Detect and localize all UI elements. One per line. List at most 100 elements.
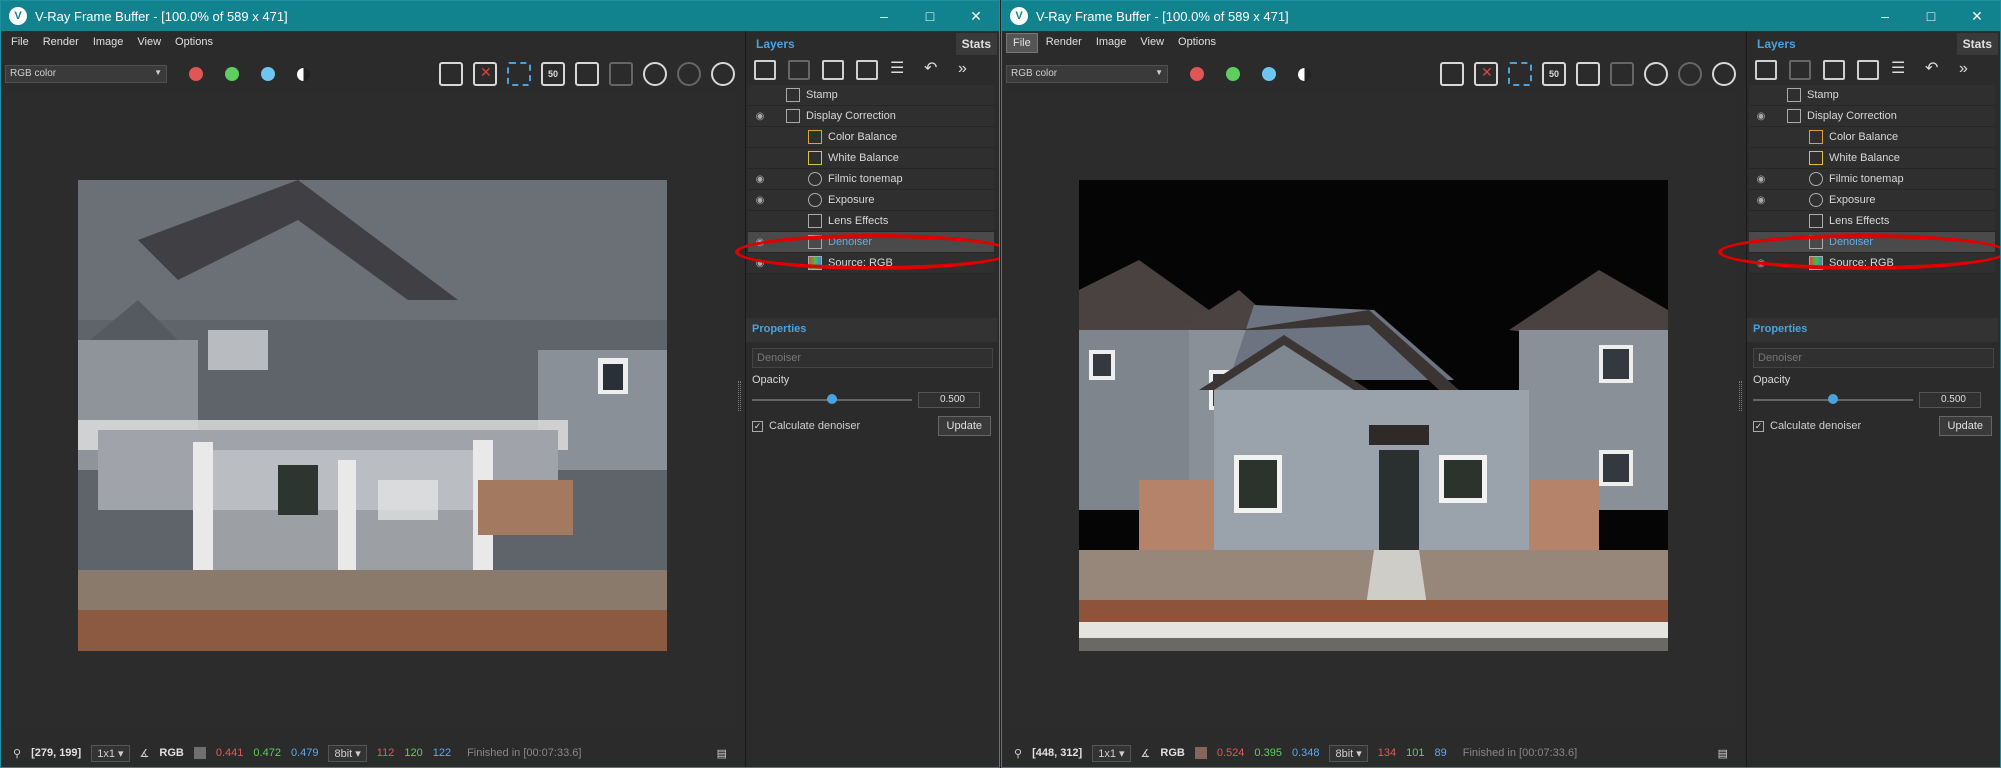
layer-color-balance[interactable]: Color Balance <box>748 127 994 148</box>
minimize-button[interactable]: – <box>1862 1 1908 31</box>
menu-image[interactable]: Image <box>87 33 130 53</box>
lock-icon[interactable]: ⚲ <box>13 747 21 760</box>
eye-icon[interactable]: ◉ <box>1749 111 1773 122</box>
menu-file[interactable]: File <box>1006 33 1038 53</box>
opacity-spinner[interactable]: 0.500 <box>918 392 980 408</box>
delete-layer-icon[interactable] <box>788 60 810 80</box>
save-icon[interactable] <box>439 62 463 86</box>
save-layers-icon[interactable] <box>1823 60 1845 80</box>
opacity-spinner[interactable]: 0.500 <box>1919 392 1981 408</box>
layer-lens-effects[interactable]: Lens Effects <box>748 211 994 232</box>
menu-image[interactable]: Image <box>1090 33 1133 53</box>
opacity-slider-thumb[interactable] <box>827 394 837 404</box>
layer-filmic-tonemap[interactable]: ◉ Filmic tonemap <box>748 169 994 190</box>
blue-channel-button[interactable] <box>1262 67 1276 81</box>
bitdepth-select[interactable]: 8bit ▾ <box>328 744 367 762</box>
layer-white-balance[interactable]: White Balance <box>1749 148 1995 169</box>
maximize-button[interactable]: □ <box>907 1 953 31</box>
green-channel-button[interactable] <box>225 67 239 81</box>
update-button[interactable]: Update <box>937 416 991 436</box>
render-teapot-icon[interactable] <box>1644 62 1668 86</box>
delete-layer-icon[interactable] <box>1789 60 1811 80</box>
menu-render[interactable]: Render <box>1040 33 1088 53</box>
update-button[interactable]: Update <box>1938 416 1992 436</box>
layer-name-field[interactable]: Denoiser <box>752 348 993 368</box>
channel-select[interactable]: RGB color ▼ <box>5 65 167 83</box>
opacity-slider[interactable] <box>1753 394 1913 404</box>
layer-color-balance[interactable]: Color Balance <box>1749 127 1995 148</box>
interactive-render-icon[interactable] <box>711 62 735 86</box>
channel-select[interactable]: RGB color ▼ <box>1006 65 1168 83</box>
save-layers-icon[interactable] <box>822 60 844 80</box>
clear-image-icon[interactable] <box>1474 62 1498 86</box>
list-icon[interactable]: ☰ <box>1891 60 1913 80</box>
maximize-button[interactable]: □ <box>1908 1 1954 31</box>
tab-stats[interactable]: Stats <box>955 33 997 55</box>
compare-50-icon[interactable]: 50 <box>1542 62 1566 86</box>
render-teapot-icon[interactable] <box>643 62 667 86</box>
layer-stamp[interactable]: Stamp <box>748 85 994 106</box>
layer-lens-effects[interactable]: Lens Effects <box>1749 211 1995 232</box>
eye-icon[interactable]: ◉ <box>1749 195 1773 206</box>
render-viewport[interactable] <box>5 93 735 729</box>
calculate-denoiser-checkbox[interactable]: ✓ <box>752 420 763 432</box>
red-channel-button[interactable] <box>1190 67 1204 81</box>
menu-view[interactable]: View <box>1134 33 1170 53</box>
panel-splitter[interactable] <box>1739 381 1742 411</box>
add-layer-icon[interactable] <box>754 60 776 80</box>
sampling-select[interactable]: 1x1 ▾ <box>1092 744 1131 762</box>
close-button[interactable]: ✕ <box>1954 1 2000 31</box>
minimize-button[interactable]: – <box>861 1 907 31</box>
eye-icon[interactable]: ◉ <box>748 111 772 122</box>
layer-filmic-tonemap[interactable]: ◉ Filmic tonemap <box>1749 169 1995 190</box>
close-button[interactable]: ✕ <box>953 1 999 31</box>
undo-icon[interactable]: ↶ <box>1925 60 1947 80</box>
eye-icon[interactable]: ◉ <box>748 174 772 185</box>
list-icon[interactable]: ☰ <box>890 60 912 80</box>
alpha-channel-button[interactable] <box>1298 67 1311 81</box>
stop-render-icon[interactable] <box>1678 62 1702 86</box>
log-icon[interactable]: ▤ <box>1718 747 1728 760</box>
calculate-denoiser-checkbox[interactable]: ✓ <box>1753 420 1764 432</box>
layer-exposure[interactable]: ◉ Exposure <box>1749 190 1995 211</box>
alpha-channel-button[interactable] <box>297 67 310 81</box>
undo-icon[interactable]: ↶ <box>924 60 946 80</box>
layer-display-correction[interactable]: ◉ Display Correction <box>748 106 994 127</box>
load-layers-icon[interactable] <box>1857 60 1879 80</box>
region-render-icon[interactable] <box>575 62 599 86</box>
eye-icon[interactable]: ◉ <box>748 195 772 206</box>
clear-image-icon[interactable] <box>473 62 497 86</box>
log-icon[interactable]: ▤ <box>717 747 727 760</box>
layer-name-field[interactable]: Denoiser <box>1753 348 1994 368</box>
layer-exposure[interactable]: ◉ Exposure <box>748 190 994 211</box>
tab-layers[interactable]: Layers <box>750 33 956 55</box>
load-layers-icon[interactable] <box>856 60 878 80</box>
expand-icon[interactable]: » <box>1959 60 1981 80</box>
layer-stamp[interactable]: Stamp <box>1749 85 1995 106</box>
interactive-render-icon[interactable] <box>1712 62 1736 86</box>
opacity-slider[interactable] <box>752 394 912 404</box>
add-layer-icon[interactable] <box>1755 60 1777 80</box>
red-channel-button[interactable] <box>189 67 203 81</box>
lock-icon[interactable]: ⚲ <box>1014 747 1022 760</box>
green-channel-button[interactable] <box>1226 67 1240 81</box>
render-viewport[interactable] <box>1006 93 1736 729</box>
sampling-select[interactable]: 1x1 ▾ <box>91 744 130 762</box>
region-select-icon[interactable] <box>1508 62 1532 86</box>
layer-display-correction[interactable]: ◉ Display Correction <box>1749 106 1995 127</box>
opacity-slider-thumb[interactable] <box>1828 394 1838 404</box>
expand-icon[interactable]: » <box>958 60 980 80</box>
menu-options[interactable]: Options <box>169 33 219 53</box>
layer-white-balance[interactable]: White Balance <box>748 148 994 169</box>
panel-splitter[interactable] <box>738 381 741 411</box>
curve-icon[interactable]: ∡ <box>1141 747 1151 760</box>
region-render-icon[interactable] <box>1576 62 1600 86</box>
blue-channel-button[interactable] <box>261 67 275 81</box>
menu-options[interactable]: Options <box>1172 33 1222 53</box>
bitdepth-select[interactable]: 8bit ▾ <box>1329 744 1368 762</box>
region-select-icon[interactable] <box>507 62 531 86</box>
stop-render-icon[interactable] <box>677 62 701 86</box>
track-mouse-icon[interactable] <box>609 62 633 86</box>
track-mouse-icon[interactable] <box>1610 62 1634 86</box>
compare-50-icon[interactable]: 50 <box>541 62 565 86</box>
